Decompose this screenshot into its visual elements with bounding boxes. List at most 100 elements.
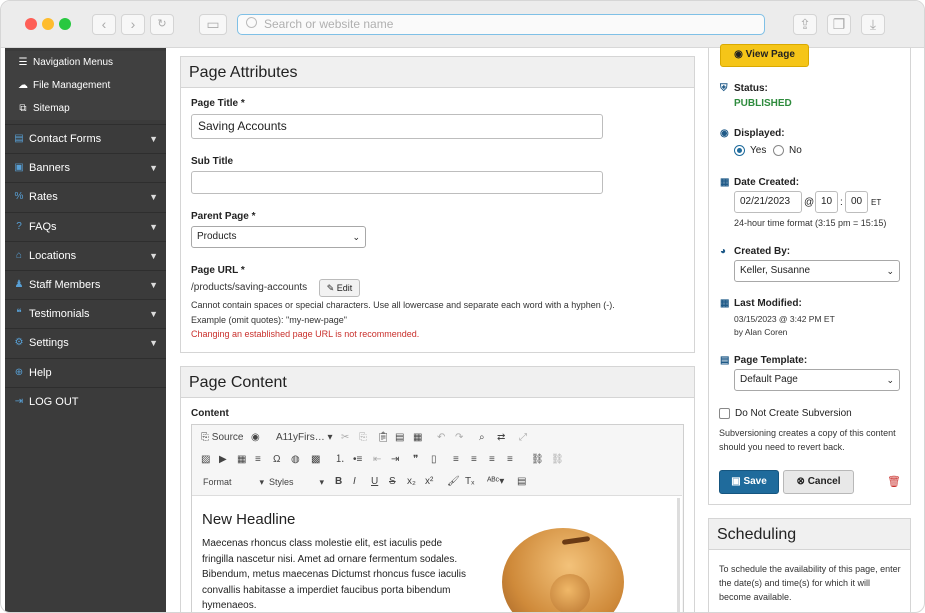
div-icon[interactable]: ▯ xyxy=(431,454,437,466)
save-button[interactable]: ▣ Save xyxy=(719,470,779,494)
page-title-label: Page Title * xyxy=(191,98,245,109)
styles-dropdown[interactable]: Styles ▾ xyxy=(269,476,324,488)
blockquote-icon[interactable]: ❞ xyxy=(413,454,418,466)
reload-icon[interactable]: ↻ xyxy=(150,14,174,35)
page-template-select[interactable]: Default Page ⌄ xyxy=(734,369,900,391)
close-window-button[interactable] xyxy=(25,18,37,30)
table-icon[interactable]: ▦ xyxy=(237,454,246,466)
view-page-button[interactable]: ◉ View Page xyxy=(720,44,809,67)
accessibility-icon[interactable]: ◉ xyxy=(251,432,260,444)
subscript-icon[interactable]: x₂ xyxy=(407,476,416,488)
displayed-no-radio[interactable] xyxy=(773,145,784,156)
bold-icon[interactable]: B xyxy=(335,476,342,488)
strike-icon[interactable]: S xyxy=(389,476,396,488)
trash-icon[interactable]: 🗑︎ xyxy=(887,475,901,488)
parent-page-select[interactable]: Products ⌄ xyxy=(191,226,366,248)
italic-icon[interactable]: I xyxy=(353,476,356,488)
align-left-icon[interactable]: ≡ xyxy=(453,454,459,466)
undo-icon[interactable]: ↶ xyxy=(437,432,445,444)
displayed-label: ◉ Displayed: xyxy=(720,128,785,139)
sidebar-item-logout[interactable]: ⇥ LOG OUT xyxy=(5,386,166,416)
page-title-input[interactable]: Saving Accounts xyxy=(191,114,603,139)
brush-icon[interactable]: 🖌︎ xyxy=(447,476,460,488)
indent-icon[interactable]: ⇥ xyxy=(391,454,399,466)
displayed-yes-radio[interactable] xyxy=(734,145,745,156)
underline-icon[interactable]: U xyxy=(371,476,378,488)
share-icon[interactable]: ⇪ xyxy=(793,14,817,35)
align-center-icon[interactable]: ≡ xyxy=(471,454,477,466)
sidebar-item-locations[interactable]: ⌂ Locations ▼ xyxy=(5,240,166,270)
url-warning-text: Changing an established page URL is not … xyxy=(191,329,420,339)
bulleted-list-icon[interactable]: •≡ xyxy=(353,454,362,466)
align-right-icon[interactable]: ≡ xyxy=(489,454,495,466)
sidebar-toggle-icon[interactable]: ▭ xyxy=(199,14,227,35)
horizontal-line-icon[interactable]: ≡ xyxy=(255,454,261,466)
sidebar-sub-navigation-menus[interactable]: ☰ Navigation Menus xyxy=(5,51,166,74)
chevron-down-icon: ▼ xyxy=(149,134,158,144)
sidebar-item-rates[interactable]: % Rates ▼ xyxy=(5,182,166,211)
hour-input[interactable]: 10 xyxy=(815,191,838,213)
format-dropdown[interactable]: Format ▾ xyxy=(203,476,264,488)
sidebar-sub-file-management[interactable]: ☁ File Management xyxy=(5,74,166,97)
maximize-icon[interactable]: ⤢ xyxy=(519,432,527,444)
sub-title-input[interactable] xyxy=(191,171,603,194)
image-icon[interactable]: ▨ xyxy=(201,454,210,466)
sidebar-item-label: Contact Forms xyxy=(29,133,102,145)
document-icon[interactable]: ▤ xyxy=(517,476,526,488)
justify-icon[interactable]: ≡ xyxy=(507,454,513,466)
unlink-icon[interactable]: ⛓ xyxy=(551,454,564,466)
forward-icon[interactable]: › xyxy=(121,14,145,35)
sidebar-item-testimonials[interactable]: ❝ Testimonials ▼ xyxy=(5,299,166,328)
cloud-icon: ☁ xyxy=(18,80,28,91)
source-button[interactable]: ⎘ Source xyxy=(201,432,243,444)
logout-icon: ⇥ xyxy=(14,395,24,407)
editor-content-area[interactable]: New Headline Maecenas rhoncus class mole… xyxy=(192,495,682,612)
tabs-icon[interactable]: ❐ xyxy=(827,14,851,35)
sidebar-item-staff-members[interactable]: ♟ Staff Members ▼ xyxy=(5,269,166,299)
find-icon[interactable]: ⌕ xyxy=(479,432,485,444)
sidebar-item-contact-forms[interactable]: ▤ Contact Forms ▼ xyxy=(5,124,166,153)
paste-icon[interactable]: 📋︎ xyxy=(377,432,390,444)
created-by-select[interactable]: Keller, Susanne ⌄ xyxy=(734,260,900,282)
chevron-down-icon: ▼ xyxy=(149,221,158,232)
special-char-icon[interactable]: Ω xyxy=(273,454,280,466)
date-at-symbol: @ xyxy=(804,197,815,208)
link-icon[interactable]: ⛓ xyxy=(531,454,544,466)
cut-icon[interactable]: ✂ xyxy=(341,432,349,444)
subversion-checkbox[interactable] xyxy=(719,408,730,419)
cancel-button[interactable]: ⊗ Cancel xyxy=(783,470,854,494)
outdent-icon[interactable]: ⇤ xyxy=(373,454,381,466)
font-dropdown[interactable]: A11yFirs… ▾ xyxy=(276,432,333,444)
iframe-icon[interactable]: ◍ xyxy=(291,454,300,466)
paste-word-icon[interactable]: ▦ xyxy=(413,432,422,444)
calendar-icon: ▦ xyxy=(720,177,730,188)
forms-icon: ▤ xyxy=(14,133,24,145)
spellcheck-icon[interactable]: ᴬᴮᶜ▾ xyxy=(487,476,504,488)
paste-text-icon[interactable]: ▤ xyxy=(395,432,404,444)
redo-icon[interactable]: ↷ xyxy=(455,432,463,444)
sidebar-sub-sitemap[interactable]: ⧉ Sitemap xyxy=(5,97,166,120)
sidebar-item-banners[interactable]: ▣ Banners ▼ xyxy=(5,153,166,182)
remove-format-icon[interactable]: Tₓ xyxy=(465,476,474,488)
chevron-down-icon: ▼ xyxy=(149,309,158,320)
date-created-input[interactable]: 02/21/2023 xyxy=(734,191,802,213)
replace-icon[interactable]: ⇄ xyxy=(497,432,505,444)
editor-scrollbar[interactable] xyxy=(677,498,680,612)
download-icon[interactable]: ⤓ xyxy=(861,14,885,35)
edit-url-button[interactable]: ✎ Edit xyxy=(319,279,360,297)
minute-input[interactable]: 00 xyxy=(845,191,868,213)
numbered-list-icon[interactable]: ⒈ xyxy=(335,454,345,466)
video-icon[interactable]: ▶ xyxy=(219,454,227,466)
minimize-window-button[interactable] xyxy=(42,18,54,30)
address-bar[interactable]: Search or website name xyxy=(237,14,765,35)
subversion-note: Subversioning creates a copy of this con… xyxy=(719,428,896,452)
displayed-label-text: Displayed: xyxy=(734,128,785,139)
back-icon[interactable]: ‹ xyxy=(92,14,116,35)
sidebar-item-settings[interactable]: ⚙ Settings ▼ xyxy=(5,328,166,357)
sidebar-item-faqs[interactable]: ? FAQs ▼ xyxy=(5,211,166,241)
zoom-window-button[interactable] xyxy=(59,18,71,30)
template-icon[interactable]: ▩ xyxy=(311,454,320,466)
sidebar-item-help[interactable]: ⊕ Help xyxy=(5,357,166,387)
copy-icon[interactable]: ⎘ xyxy=(359,432,367,444)
superscript-icon[interactable]: x² xyxy=(425,476,433,488)
